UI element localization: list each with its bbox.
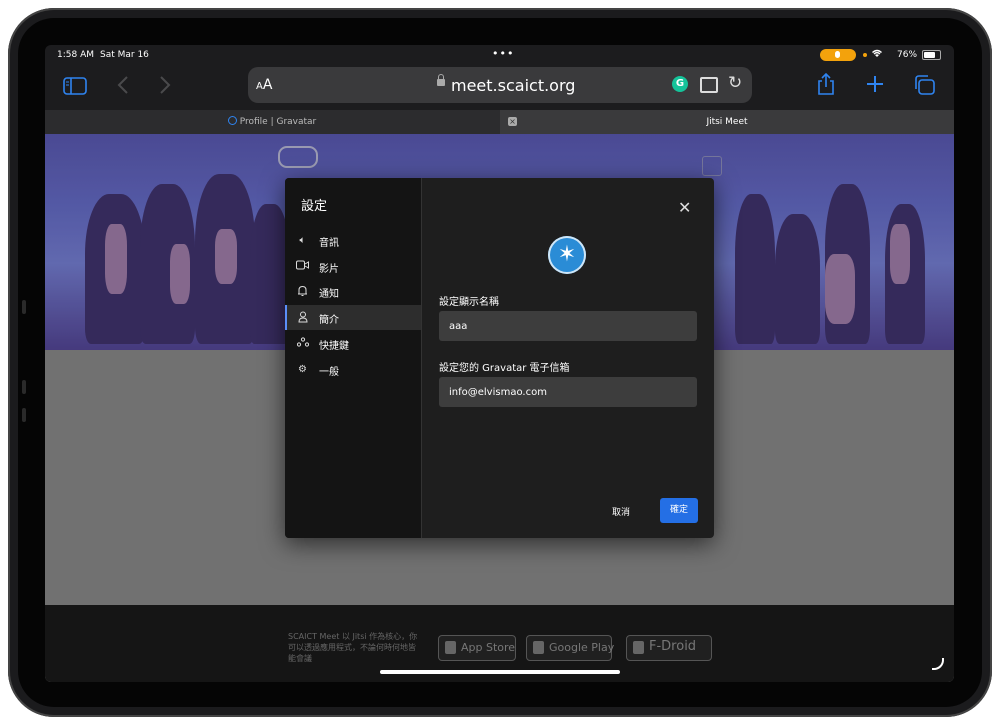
new-tab-icon[interactable]: [865, 74, 885, 99]
side-button: [22, 380, 26, 394]
app-store-badge[interactable]: App Store: [438, 635, 516, 661]
sidebar-item-notifications[interactable]: 通知: [285, 279, 421, 304]
forward-icon[interactable]: [159, 75, 171, 99]
google-play-badge[interactable]: Google Play: [526, 635, 614, 661]
sidebar-item-label: 通知: [319, 289, 339, 300]
sidebar-item-label: 一般: [319, 367, 339, 378]
battery-percentage: 76%: [897, 50, 918, 60]
tab-bar: Profile | Gravatar × Jitsi Meet: [45, 110, 954, 134]
display-name-input[interactable]: [439, 311, 697, 341]
close-tab-icon[interactable]: ×: [508, 117, 517, 126]
status-time: 1:58 AM: [57, 50, 94, 60]
avatar: ✶: [548, 236, 586, 274]
grammarly-icon[interactable]: G: [672, 76, 688, 92]
extension-icon[interactable]: [700, 77, 718, 93]
cancel-button[interactable]: 取消: [612, 505, 630, 518]
battery-icon: [922, 50, 941, 60]
side-button: [22, 300, 26, 314]
share-icon[interactable]: [816, 72, 836, 100]
close-icon[interactable]: ✕: [678, 198, 691, 217]
lock-icon: [437, 74, 445, 86]
bell-icon: [296, 285, 309, 298]
settings-sidebar: 設定 🔈︎ 音訊 影片 通知 簡介 快捷鍵 ⚙ 一般: [285, 178, 422, 538]
screen: 1:58 AM Sat Mar 16 ••• 76% AA meet.scaic…: [45, 45, 954, 682]
sidebar-item-label: 影片: [319, 264, 339, 275]
sidebar-item-label: 簡介: [319, 315, 339, 326]
sidebar-item-profile[interactable]: 簡介: [285, 305, 421, 330]
tab-jitsi-meet[interactable]: × Jitsi Meet: [500, 110, 954, 134]
status-bar: 1:58 AM Sat Mar 16 ••• 76%: [45, 45, 954, 65]
sidebar-item-shortcuts[interactable]: 快捷鍵: [285, 331, 421, 356]
reload-icon[interactable]: ↻: [728, 73, 742, 93]
status-date: Sat Mar 16: [100, 50, 149, 60]
gear-icon: ⚙: [298, 364, 307, 375]
play-icon: [533, 641, 544, 654]
url-text[interactable]: meet.scaict.org: [451, 76, 575, 95]
home-indicator[interactable]: [380, 670, 620, 674]
tab-overview-icon[interactable]: [913, 75, 935, 100]
gravatar-email-label: 設定您的 Gravatar 電子信箱: [439, 363, 570, 374]
shortcut-icon: [296, 337, 309, 350]
ok-button[interactable]: 確定: [660, 498, 698, 523]
apple-icon: [445, 641, 456, 654]
tab-profile-gravatar[interactable]: Profile | Gravatar: [45, 110, 499, 134]
settings-dialog: 設定 🔈︎ 音訊 影片 通知 簡介 快捷鍵 ⚙ 一般 ✕ ✶ 設定顯示名稱 aa…: [285, 178, 714, 538]
text-size-button[interactable]: AA: [256, 77, 272, 93]
gravatar-email-field-wrapper: [439, 377, 697, 407]
address-bar[interactable]: AA meet.scaict.org G ↻: [248, 67, 752, 103]
tab-label: Jitsi Meet: [706, 117, 748, 127]
dialog-title: 設定: [301, 199, 328, 214]
sidebar-item-audio[interactable]: 🔈︎ 音訊: [285, 228, 421, 253]
side-button: [22, 408, 26, 422]
f-droid-icon: [633, 641, 644, 654]
sidebar-item-label: 音訊: [319, 238, 339, 249]
browser-toolbar: AA meet.scaict.org G ↻: [45, 65, 954, 110]
speaker-icon: 🔈︎: [299, 235, 306, 246]
back-icon[interactable]: [117, 75, 129, 99]
multitasking-dots-icon[interactable]: •••: [492, 47, 514, 60]
f-droid-badge[interactable]: F-Droid: [626, 635, 712, 661]
sidebar-item-label: 快捷鍵: [319, 341, 349, 352]
person-icon: [296, 311, 309, 324]
display-name-label: 設定顯示名稱: [439, 297, 499, 308]
gravatar-icon: [227, 116, 237, 125]
sidebar-item-video[interactable]: 影片: [285, 254, 421, 279]
tab-label: Profile | Gravatar: [239, 117, 317, 127]
privacy-indicator-icon: [863, 53, 867, 57]
footer-text: SCAICT Meet 以 Jitsi 作為核心，你可以透過應用程式，不論何時何…: [288, 632, 418, 663]
microphone-icon: [820, 49, 856, 61]
display-name-field-wrapper: [439, 311, 697, 341]
sidebar-icon[interactable]: [63, 76, 87, 100]
gravatar-email-input[interactable]: [439, 377, 697, 407]
wifi-icon: [871, 48, 883, 61]
video-icon: [296, 260, 309, 273]
sidebar-item-general[interactable]: ⚙ 一般: [285, 357, 421, 382]
